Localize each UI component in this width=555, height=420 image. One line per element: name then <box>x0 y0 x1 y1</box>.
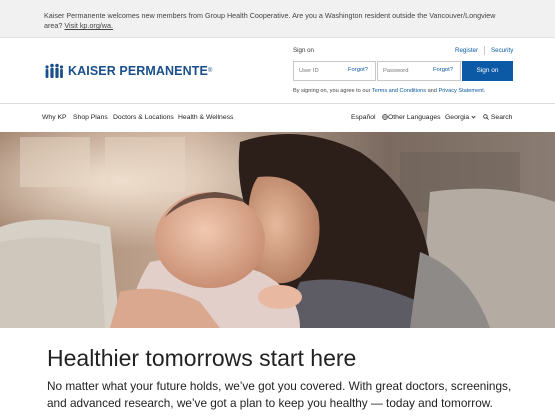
terms-and: and <box>427 88 437 94</box>
other-languages-link[interactable]: Other Languages <box>382 114 441 121</box>
page-headline: Healthier tomorrows start here <box>47 345 357 371</box>
page-subtext: No matter what your future holds, we’ve … <box>47 379 512 410</box>
forgot-password-link[interactable]: Forgot? <box>433 67 453 73</box>
register-link[interactable]: Register <box>455 47 478 54</box>
region-label: Georgia <box>445 114 470 121</box>
sign-on-button[interactable]: Sign on <box>462 61 513 81</box>
other-languages-label: Other Languages <box>388 114 441 121</box>
search-icon <box>483 114 489 120</box>
main-nav: Why KP Shop Plans Doctors & Locations He… <box>0 104 555 132</box>
chevron-down-icon <box>471 114 476 119</box>
hero-image <box>0 132 555 328</box>
signin-label: Sign on <box>293 47 314 54</box>
userid-placeholder: User ID <box>299 68 319 74</box>
logo-text: KAISER PERMANENTE <box>68 64 208 78</box>
site-header: KAISER PERMANENTE ® Sign on Register Sec… <box>0 38 555 104</box>
nav-shop-plans[interactable]: Shop Plans <box>73 114 108 121</box>
terms-notice: By signing on, you agree to our Terms an… <box>293 88 485 94</box>
userid-input[interactable]: User ID Forgot? <box>293 61 376 81</box>
mother-kissing-baby-photo <box>0 132 555 328</box>
kaiser-logo[interactable]: KAISER PERMANENTE ® <box>44 63 212 79</box>
logo-registered-mark: ® <box>207 68 213 74</box>
link-divider <box>484 46 485 55</box>
terms-suffix: . <box>483 88 486 94</box>
password-input[interactable]: Password Forgot? <box>377 61 461 81</box>
banner-link[interactable]: Visit kp.org/wa. <box>64 21 113 30</box>
privacy-link[interactable]: Privacy Statement <box>438 88 483 94</box>
kaiser-people-icon <box>45 63 64 78</box>
nav-health-wellness[interactable]: Health & Wellness <box>178 114 233 121</box>
terms-link[interactable]: Terms and Conditions <box>372 88 426 94</box>
announcement-banner: Kaiser Permanente welcomes new members f… <box>0 0 555 38</box>
nav-doctors-locations[interactable]: Doctors & Locations <box>113 114 174 121</box>
nav-why-kp[interactable]: Why KP <box>42 114 67 121</box>
security-link[interactable]: Security <box>491 47 513 54</box>
search-link[interactable]: Search <box>483 114 512 121</box>
forgot-userid-link[interactable]: Forgot? <box>348 67 368 73</box>
espanol-link[interactable]: Español <box>351 114 376 121</box>
region-selector[interactable]: Georgia <box>445 114 476 121</box>
password-placeholder: Password <box>383 68 409 74</box>
terms-prefix: By signing on, you agree to our <box>293 88 371 94</box>
search-label: Search <box>490 114 513 121</box>
